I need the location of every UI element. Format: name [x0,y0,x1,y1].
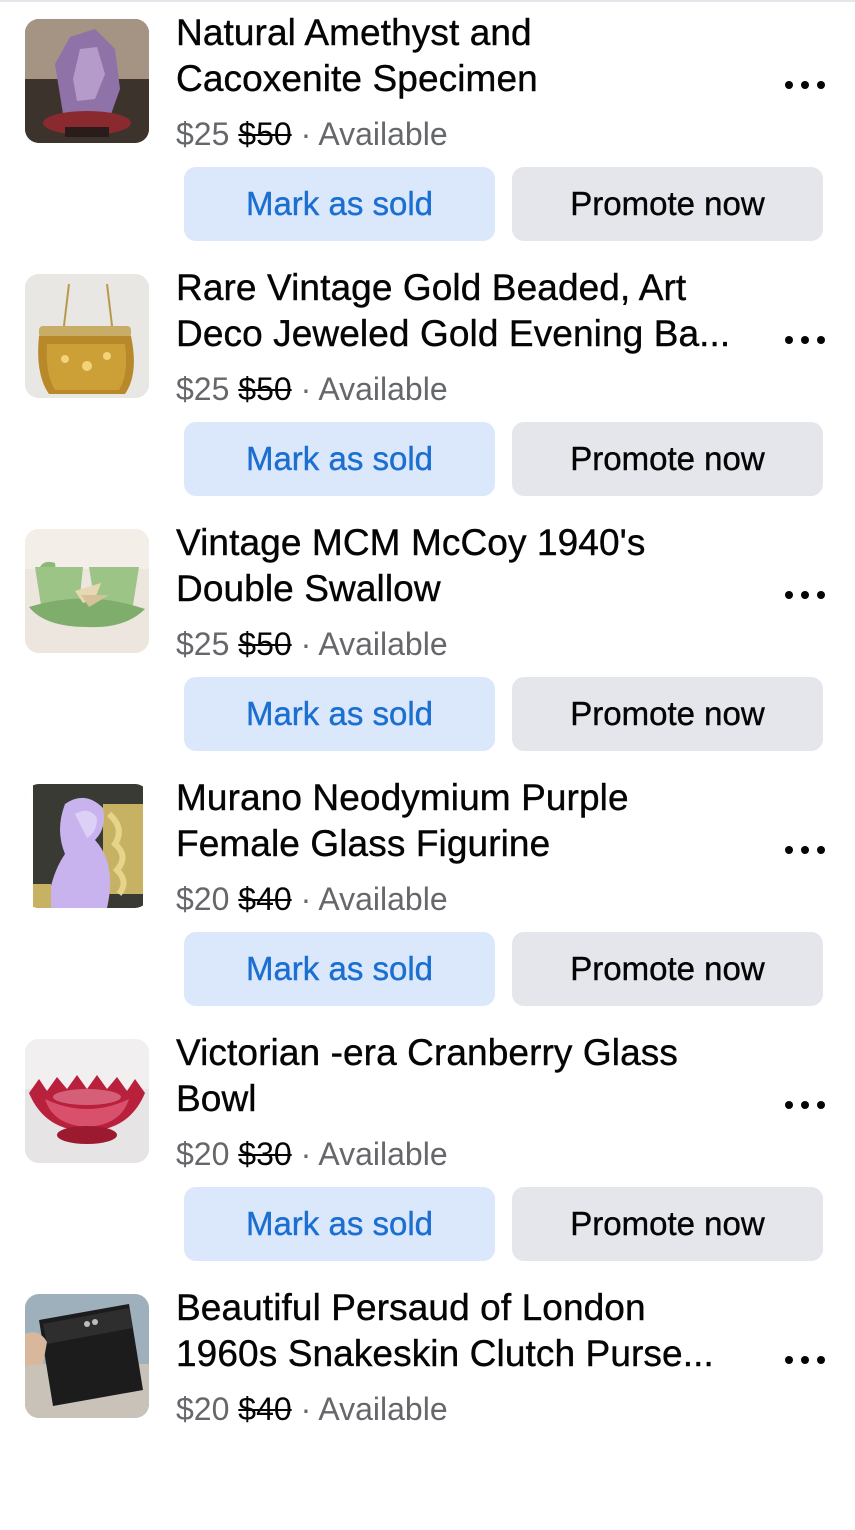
status-text: Available [318,1136,448,1172]
listing-thumbnail[interactable] [25,529,149,653]
mark-as-sold-button[interactable]: Mark as sold [184,422,495,496]
current-price: $20 [176,1391,230,1427]
listing-title-line: Female Glass Figurine [176,823,551,864]
listing-item[interactable]: Beautiful Persaud of London 1960s Snakes… [0,1275,855,1530]
price-separator: · [291,626,319,662]
more-options-icon[interactable] [785,325,825,355]
price-separator: · [291,116,319,152]
listing-title-line: Beautiful Persaud of London [176,1287,646,1328]
listing-item[interactable]: Murano Neodymium Purple Female Glass Fig… [0,765,855,1020]
promote-now-button[interactable]: Promote now [512,422,823,496]
more-options-icon[interactable] [785,835,825,865]
listing-title[interactable]: Victorian -era Cranberry Glass Bowl [176,1030,776,1122]
green-swallow-planter-image [25,529,149,653]
price-row: $25 $50 · Available [176,368,448,410]
listing-title-line: Deco Jeweled Gold Evening Ba... [176,313,731,354]
listing-item[interactable]: Victorian -era Cranberry Glass Bowl $20 … [0,1020,855,1275]
price-separator: · [291,1391,319,1427]
original-price: $30 [238,1136,292,1172]
more-options-icon[interactable] [785,70,825,100]
black-clutch-purse-image [25,1294,149,1418]
status-text: Available [318,1391,448,1427]
listing-title-line: Bowl [176,1078,257,1119]
amethyst-specimen-image [25,19,149,143]
status-text: Available [318,116,448,152]
more-options-icon[interactable] [785,1090,825,1120]
listing-item[interactable]: Vintage MCM McCoy 1940's Double Swallow … [0,510,855,765]
listing-title-line: Victorian -era Cranberry Glass [176,1032,678,1073]
price-row: $20 $40 · Available [176,878,448,920]
original-price: $40 [238,881,292,917]
listing-title[interactable]: Beautiful Persaud of London 1960s Snakes… [176,1285,776,1377]
original-price: $50 [238,626,292,662]
listing-title-line: Rare Vintage Gold Beaded, Art [176,267,687,308]
listing-title-line: Double Swallow [176,568,441,609]
promote-now-button[interactable]: Promote now [512,932,823,1006]
promote-now-button[interactable]: Promote now [512,167,823,241]
listing-thumbnail[interactable] [25,1294,149,1418]
status-text: Available [318,371,448,407]
price-row: $20 $40 · Available [176,1388,448,1430]
gold-beaded-bag-image [25,274,149,398]
listing-title[interactable]: Rare Vintage Gold Beaded, Art Deco Jewel… [176,265,776,357]
listing-item[interactable]: Rare Vintage Gold Beaded, Art Deco Jewel… [0,255,855,510]
status-text: Available [318,626,448,662]
current-price: $20 [176,881,230,917]
mark-as-sold-button[interactable]: Mark as sold [184,932,495,1006]
mark-as-sold-button[interactable]: Mark as sold [184,1187,495,1261]
current-price: $25 [176,626,230,662]
current-price: $20 [176,1136,230,1172]
listing-thumbnail[interactable] [25,19,149,143]
original-price: $50 [238,116,292,152]
listing-thumbnail[interactable] [25,1039,149,1163]
cranberry-glass-bowl-image [25,1039,149,1163]
price-separator: · [291,881,319,917]
current-price: $25 [176,371,230,407]
listing-item[interactable]: Natural Amethyst and Cacoxenite Specimen… [0,0,855,255]
listing-title-line: 1960s Snakeskin Clutch Purse... [176,1333,714,1374]
listing-title[interactable]: Natural Amethyst and Cacoxenite Specimen [176,10,776,102]
original-price: $50 [238,371,292,407]
listing-title-line: Murano Neodymium Purple [176,777,629,818]
listing-title-line: Natural Amethyst and [176,12,532,53]
listing-title[interactable]: Murano Neodymium Purple Female Glass Fig… [176,775,776,867]
mark-as-sold-button[interactable]: Mark as sold [184,167,495,241]
more-options-icon[interactable] [785,1345,825,1375]
purple-glass-figurine-image [25,784,149,908]
listing-title-line: Cacoxenite Specimen [176,58,538,99]
price-row: $25 $50 · Available [176,623,448,665]
promote-now-button[interactable]: Promote now [512,677,823,751]
mark-as-sold-button[interactable]: Mark as sold [184,677,495,751]
price-separator: · [291,1136,319,1172]
price-row: $20 $30 · Available [176,1133,448,1175]
original-price: $40 [238,1391,292,1427]
more-options-icon[interactable] [785,580,825,610]
listing-title-line: Vintage MCM McCoy 1940's [176,522,646,563]
current-price: $25 [176,116,230,152]
promote-now-button[interactable]: Promote now [512,1187,823,1261]
price-separator: · [291,371,319,407]
listing-title[interactable]: Vintage MCM McCoy 1940's Double Swallow [176,520,776,612]
price-row: $25 $50 · Available [176,113,448,155]
status-text: Available [318,881,448,917]
listing-thumbnail[interactable] [25,784,149,908]
listing-thumbnail[interactable] [25,274,149,398]
